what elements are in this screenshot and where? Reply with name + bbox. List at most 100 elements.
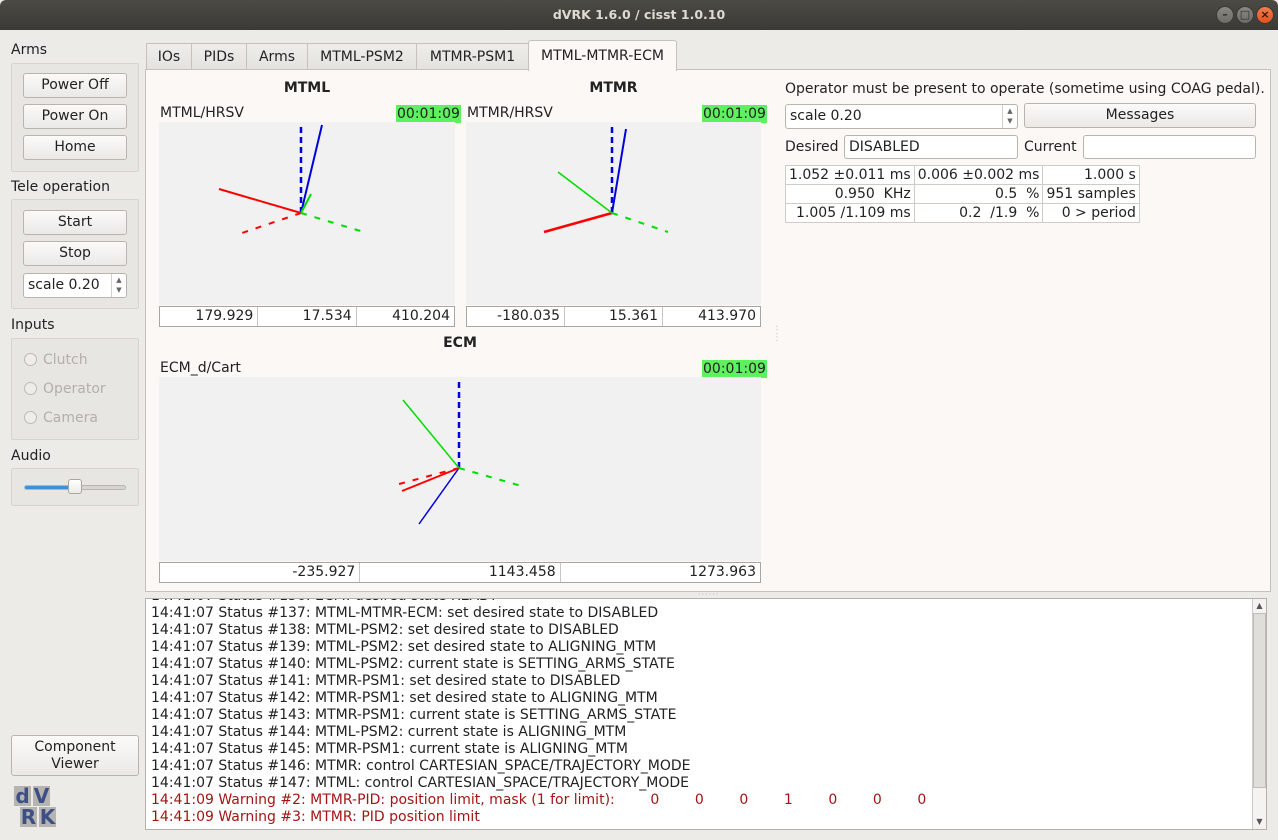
dvrk-logo: d V R K — [14, 786, 68, 828]
mtml-y-axis-desired — [300, 212, 368, 234]
timing-cell: 951 samples — [1042, 184, 1140, 204]
ecm-x-value: -235.927 — [160, 563, 361, 582]
log-line-warning: 14:41:09 Warning #2: MTMR-PID: position … — [151, 792, 927, 808]
mtmr-y-axis-desired — [611, 212, 669, 233]
clutch-radio[interactable]: Clutch — [24, 351, 88, 369]
mtmr-timer: 00:01:09 — [702, 105, 767, 123]
inputs-group: Clutch Operator Camera — [11, 338, 139, 440]
vertical-splitter-handle[interactable]: ····· — [772, 325, 781, 343]
scroll-down-icon[interactable]: ▼ — [1253, 815, 1266, 829]
minimize-button[interactable]: – — [1216, 6, 1234, 24]
log-line-status: 14:41:07 Status #139: MTML-PSM2: set des… — [151, 639, 657, 655]
inputs-group-label: Inputs — [11, 317, 55, 333]
operator-radio-label: Operator — [43, 381, 106, 397]
spin-arrows-icon[interactable]: ▲ ▼ — [1002, 105, 1017, 128]
mtmr-frame-name: MTMR/HRSV — [467, 105, 553, 121]
power-on-button[interactable]: Power On — [23, 104, 127, 129]
timing-cell: 0.006 ±0.002 ms — [913, 165, 1044, 185]
log-line-partial: 14:41:07 Status #136: ECM: desired state… — [146, 599, 1266, 605]
spin-arrows-icon[interactable]: ▲ ▼ — [111, 274, 126, 297]
window-title: dVRK 1.6.0 / cisst 1.0.10 — [552, 7, 726, 22]
mtml-plot-title: MTML — [283, 80, 331, 96]
ecm-timer: 00:01:09 — [702, 360, 767, 378]
timing-cell: 1.005 /1.109 ms — [785, 203, 915, 223]
tab-arms[interactable]: Arms — [246, 43, 308, 70]
ecm-frame-name: ECM_d/Cart — [160, 360, 241, 376]
mtmr-y-axis — [557, 171, 613, 214]
ecm-z-value: 1273.963 — [689, 564, 756, 580]
logo-letter: R — [20, 805, 37, 829]
scroll-thumb[interactable] — [1253, 613, 1266, 788]
mtml-z-axis — [300, 124, 323, 214]
log-line-status: 14:41:07 Status #138: MTML-PSM2: set des… — [151, 622, 619, 638]
ecm-position-values: -235.927 1143.458 1273.963 — [159, 562, 761, 583]
mtmr-z-value: 413.970 — [698, 308, 756, 324]
mtml-z-value: 410.204 — [392, 308, 450, 324]
mtmr-frame-axes — [543, 124, 669, 234]
messages-button[interactable]: Messages — [1024, 103, 1256, 128]
home-button[interactable]: Home — [23, 135, 127, 160]
tab-mtml-mtmr-ecm[interactable]: MTML-MTMR-ECM — [528, 40, 677, 71]
camera-radio-label: Camera — [43, 410, 98, 426]
mtml-frame-axes — [218, 124, 368, 235]
teleop-scale-value: scale 0.20 — [28, 277, 100, 293]
ecm-y-axis — [402, 399, 460, 469]
ecm-y-axis-desired — [458, 467, 526, 488]
tab-mtml-psm2[interactable]: MTML-PSM2 — [307, 43, 417, 70]
mtml-timer: 00:01:09 — [396, 105, 461, 123]
logo-letter: V — [33, 784, 50, 808]
current-label: Current — [1024, 139, 1077, 155]
radio-circle-icon — [24, 353, 37, 366]
status-scale-spinbox[interactable]: scale 0.20 ▲ ▼ — [785, 104, 1018, 129]
mtml-y-value: 17.534 — [258, 307, 357, 326]
mtml-x-value: 179.929 — [160, 307, 259, 326]
current-state-field[interactable] — [1083, 135, 1256, 159]
mtmr-y-value: 15.361 — [565, 307, 663, 326]
timing-cell: 1.000 s — [1042, 165, 1140, 185]
log-line-status: 14:41:07 Status #142: MTMR-PSM1: set des… — [151, 690, 658, 706]
component-viewer-button[interactable]: Component Viewer — [11, 735, 139, 776]
camera-radio[interactable]: Camera — [24, 409, 98, 427]
mtmr-x-value: -180.035 — [467, 307, 565, 326]
clutch-radio-label: Clutch — [43, 352, 88, 368]
close-button[interactable]: × — [1256, 6, 1274, 24]
timing-row: 1.052 ±0.011 ms 0.006 ±0.002 ms 1.000 s — [785, 165, 1140, 185]
log-line-status: 14:41:07 Status #145: MTMR-PSM1: current… — [151, 741, 628, 757]
logo-letter: d — [14, 784, 31, 808]
mtml-3d-view[interactable] — [159, 122, 455, 305]
window-titlebar: dVRK 1.6.0 / cisst 1.0.10 – □ × — [0, 0, 1278, 30]
timing-cell: 0.5 % — [913, 184, 1044, 204]
log-lines: 14:41:07 Status #136: ECM: desired state… — [146, 599, 1266, 826]
ecm-plot-title: ECM — [443, 335, 477, 351]
maximize-button[interactable]: □ — [1236, 6, 1254, 24]
mtml-position-values: 179.929 17.534 410.204 — [159, 306, 455, 327]
tab-ios[interactable]: IOs — [146, 43, 192, 70]
desired-state-field[interactable]: DISABLED — [844, 135, 1018, 159]
message-log[interactable]: 14:41:07 Status #136: ECM: desired state… — [145, 598, 1267, 830]
status-scale-value: scale 0.20 — [790, 108, 862, 124]
timing-row: 0.950 KHz 0.5 % 951 samples — [785, 184, 1140, 204]
stop-button[interactable]: Stop — [23, 241, 127, 266]
mtmr-z-axis — [611, 128, 627, 214]
log-line-status: 14:41:07 Status #137: MTML-MTMR-ECM: set… — [151, 605, 659, 621]
timing-stats-table: 1.052 ±0.011 ms 0.006 ±0.002 ms 1.000 s … — [785, 165, 1140, 223]
audio-slider-handle[interactable] — [68, 479, 82, 494]
start-button[interactable]: Start — [23, 210, 127, 235]
scroll-up-icon[interactable]: ▲ — [1253, 599, 1266, 613]
mtml-x-axis — [218, 188, 302, 214]
log-line-status: 14:41:07 Status #144: MTML-PSM2: current… — [151, 724, 627, 740]
power-off-button[interactable]: Power Off — [23, 73, 127, 98]
log-line-status: 14:41:07 Status #143: MTMR-PSM1: current… — [151, 707, 677, 723]
log-line-status: 14:41:07 Status #147: MTML: control CART… — [151, 775, 690, 791]
mtmr-3d-view[interactable] — [466, 122, 761, 305]
ecm-3d-view[interactable] — [159, 377, 761, 561]
teleop-scale-spinbox[interactable]: scale 0.20 ▲ ▼ — [23, 273, 127, 298]
tab-mtmr-psm1[interactable]: MTMR-PSM1 — [416, 43, 529, 70]
logo-letter: K — [39, 805, 56, 829]
timing-cell: 0 > period — [1042, 203, 1140, 223]
operator-radio[interactable]: Operator — [24, 380, 106, 398]
tab-pids[interactable]: PIDs — [191, 43, 247, 70]
mtmr-position-values: -180.035 15.361 413.970 — [466, 306, 761, 327]
log-scrollbar[interactable]: ▲ ▼ — [1252, 599, 1266, 829]
arms-group-label: Arms — [11, 42, 48, 58]
